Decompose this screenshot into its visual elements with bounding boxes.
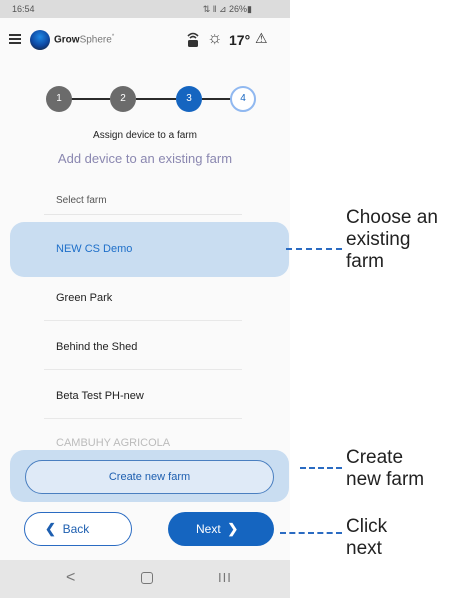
callout-line-text: farm — [346, 251, 384, 272]
callout-line-next — [280, 532, 342, 534]
step-connector — [70, 98, 110, 100]
callout-line-choose — [286, 248, 342, 250]
page-title: Assign device to a farm — [93, 130, 197, 141]
sun-icon: ☼ — [207, 28, 223, 47]
next-button[interactable]: Next ❯ — [168, 512, 274, 546]
divider — [44, 214, 242, 215]
callout-line-text: new farm — [346, 469, 425, 490]
android-nav-bar: < III — [0, 560, 290, 598]
callout-line-text: next — [346, 538, 382, 559]
status-time: 16:54 — [12, 4, 35, 14]
callout-click-next: Click next — [346, 516, 387, 560]
menu-icon[interactable] — [9, 34, 21, 44]
divider — [44, 369, 242, 370]
callout-line-text: Choose an — [346, 207, 438, 228]
divider — [44, 418, 242, 419]
stepper: 1 2 3 4 — [46, 86, 256, 112]
callout-line-text: existing — [346, 229, 411, 250]
divider — [44, 320, 242, 321]
callout-create-farm: Create new farm — [346, 447, 424, 491]
back-button[interactable]: ❮ Back — [24, 512, 132, 546]
router-icon[interactable] — [186, 30, 200, 48]
nav-home-icon[interactable] — [141, 572, 153, 584]
chevron-right-icon: ❯ — [227, 521, 239, 536]
warning-icon[interactable]: ⚠ — [255, 30, 268, 47]
back-button-label: Back — [62, 522, 90, 536]
nav-recent-apps-icon[interactable]: III — [218, 570, 232, 585]
callout-line-text: Create — [346, 447, 404, 468]
callout-line-create — [300, 467, 342, 469]
chevron-left-icon: ❮ — [45, 521, 56, 536]
brand-mark: * — [111, 34, 115, 40]
step-4: 4 — [230, 86, 256, 112]
step-2: 2 — [110, 86, 136, 112]
brand-name: GrowSphere* — [54, 34, 114, 45]
status-bar: 16:54 ⇅ ‖ ⊿ 26%▮ — [0, 0, 290, 18]
select-farm-label: Select farm — [56, 195, 107, 206]
create-new-farm-button[interactable]: Create new farm — [25, 460, 274, 494]
selected-farm-highlight — [10, 222, 289, 277]
callout-line-text: Click — [346, 516, 388, 537]
step-connector — [136, 98, 176, 100]
temperature: 17° — [229, 32, 251, 48]
farm-item-new-cs-demo[interactable]: NEW CS Demo — [56, 243, 132, 255]
farm-item-behind-the-shed[interactable]: Behind the Shed — [56, 341, 137, 353]
callout-choose-farm: Choose an existing farm — [346, 207, 438, 273]
step-1: 1 — [46, 86, 72, 112]
phone-screen: 16:54 ⇅ ‖ ⊿ 26%▮ GrowSphere* ☼ 17° ⚠ 1 2… — [0, 0, 290, 598]
app-bar: GrowSphere* ☼ 17° ⚠ — [0, 18, 290, 62]
farm-item-cambuhy-agricola[interactable]: CAMBUHY AGRICOLA — [56, 437, 170, 449]
nav-back-icon[interactable]: < — [66, 569, 75, 587]
brand-name-light: Sphere — [79, 34, 112, 46]
farm-item-green-park[interactable]: Green Park — [56, 292, 112, 304]
brand-name-bold: Grow — [54, 34, 80, 46]
step-3: 3 — [176, 86, 202, 112]
next-button-label: Next — [196, 522, 221, 536]
growsphere-logo — [30, 30, 50, 50]
page-subtitle: Add device to an existing farm — [57, 151, 233, 166]
farm-item-beta-test-ph-new[interactable]: Beta Test PH-new — [56, 390, 144, 402]
status-indicators: ⇅ ‖ ⊿ 26%▮ — [202, 4, 252, 14]
